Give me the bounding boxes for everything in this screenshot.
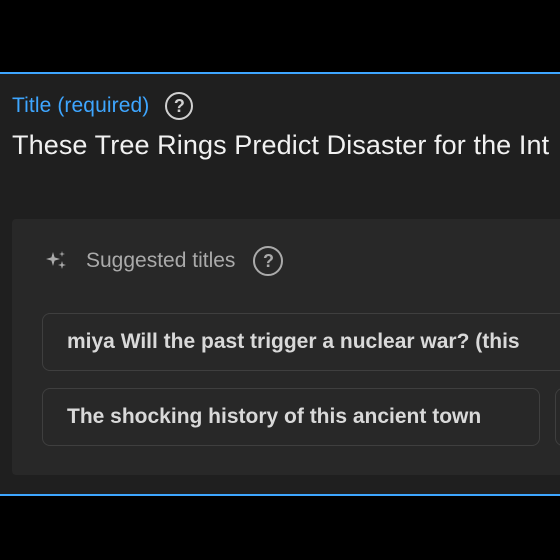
- help-icon[interactable]: ?: [253, 246, 284, 276]
- suggested-titles-header: Suggested titles ?: [44, 243, 284, 279]
- suggested-titles-label: Suggested titles: [86, 249, 236, 272]
- title-label: Title (required): [12, 94, 150, 117]
- title-label-row: Title (required) ?: [12, 90, 194, 122]
- help-icon[interactable]: ?: [165, 92, 194, 120]
- suggested-title-chip[interactable]: The shocking history of this ancient tow…: [42, 388, 540, 446]
- title-editor-card: Title (required) ? These Tree Rings Pred…: [0, 72, 560, 496]
- suggested-titles-panel: Suggested titles ? miya Will the past tr…: [12, 219, 560, 475]
- suggested-title-chip[interactable]: miya Will the past trigger a nuclear war…: [42, 313, 560, 371]
- sparkle-icon: [44, 249, 68, 273]
- suggested-title-chip[interactable]: [555, 388, 560, 446]
- title-input[interactable]: These Tree Rings Predict Disaster for th…: [12, 130, 549, 161]
